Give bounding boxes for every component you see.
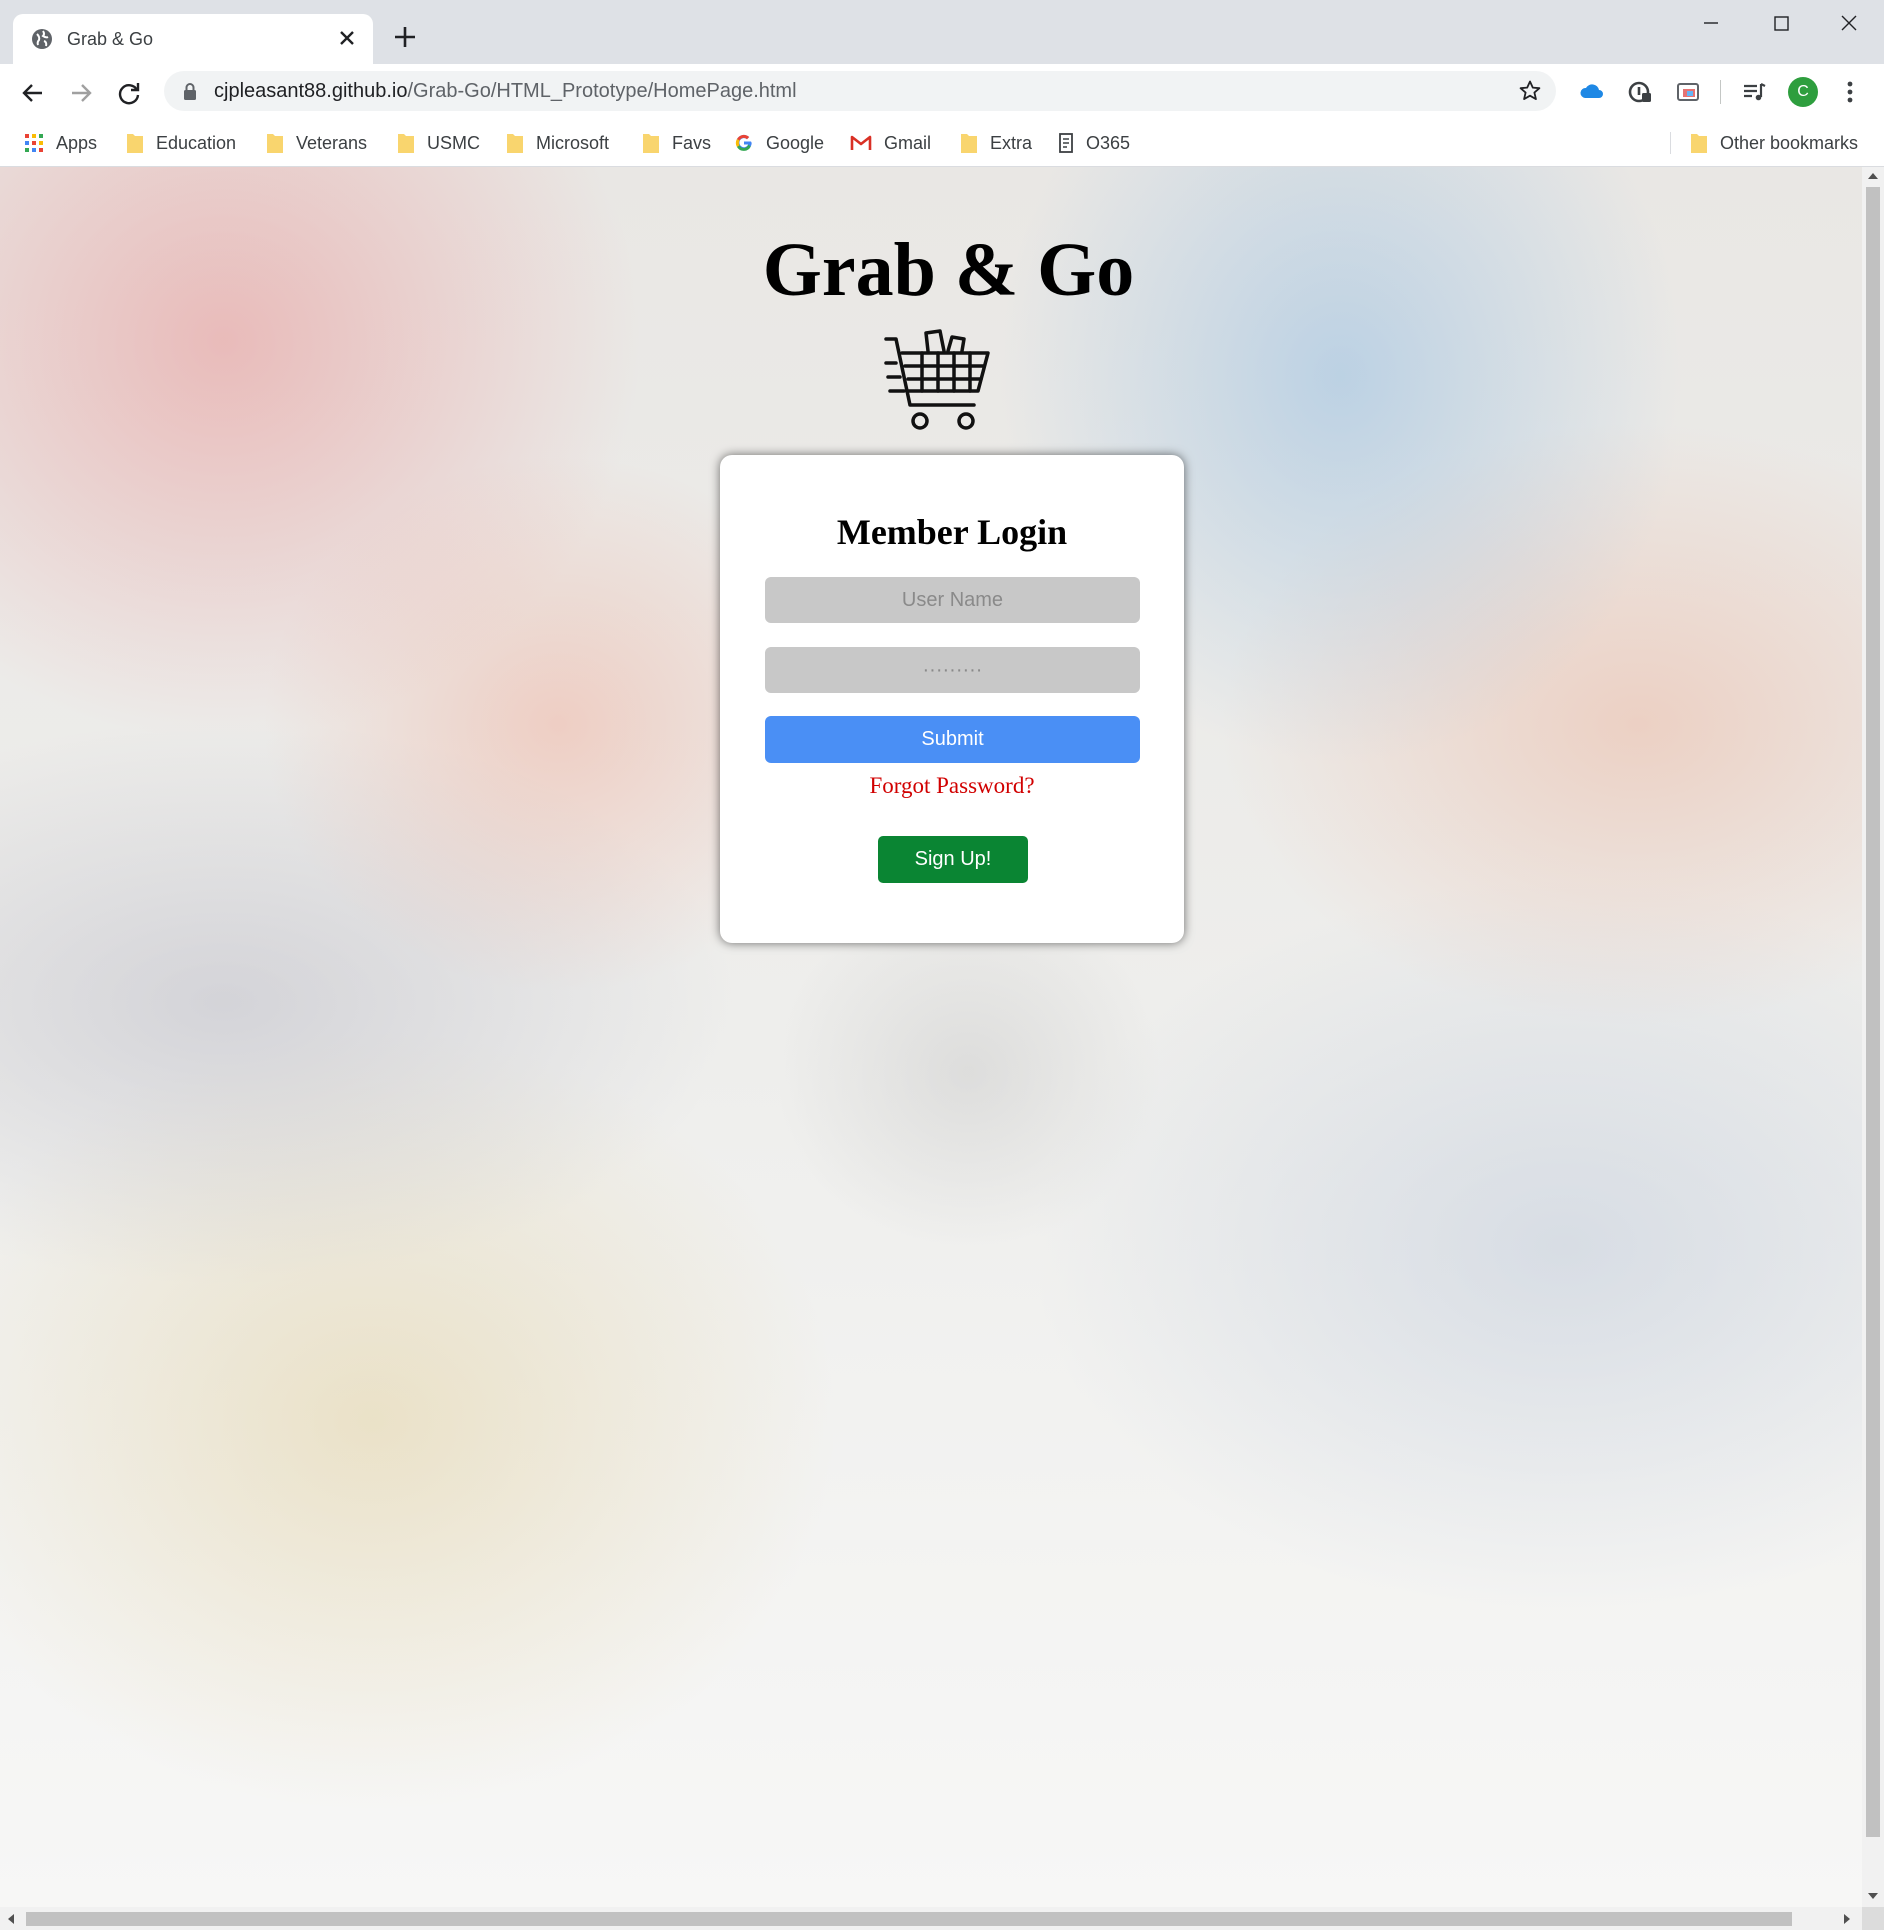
reload-icon[interactable] — [114, 78, 144, 108]
bookmark-label: Education — [156, 132, 237, 153]
scroll-left-arrow-icon[interactable] — [6, 1913, 16, 1925]
bookmark-label: Apps — [56, 132, 98, 153]
cast-extension-icon[interactable] — [1674, 78, 1702, 106]
folder-icon — [643, 134, 659, 153]
username-input[interactable] — [765, 577, 1140, 623]
google-icon — [735, 134, 752, 151]
folder-icon — [507, 134, 523, 153]
password-extension-icon[interactable] — [1626, 78, 1654, 106]
folder-icon — [1691, 134, 1707, 153]
bookmark-label: O365 — [1086, 132, 1131, 153]
address-bar[interactable]: cjpleasant88.github.io/Grab-Go/HTML_Prot… — [164, 71, 1556, 111]
forward-arrow-icon[interactable] — [66, 78, 96, 108]
tab-strip: Grab & Go — [0, 0, 1884, 64]
media-controls-icon[interactable] — [1740, 78, 1768, 106]
submit-button[interactable]: Submit — [765, 716, 1140, 763]
browser-menu-icon[interactable] — [1840, 78, 1860, 106]
bookmark-label: Gmail — [884, 132, 932, 153]
bookmark-folder-education[interactable]: Education — [126, 130, 236, 156]
scroll-right-arrow-icon[interactable] — [1842, 1913, 1852, 1925]
page-icon — [1059, 133, 1073, 153]
bookmark-label: Google — [766, 132, 825, 153]
url-host: cjpleasant88.github.io — [214, 80, 408, 102]
other-bookmarks[interactable]: Other bookmarks — [1690, 130, 1858, 156]
bookmarks-divider — [1670, 132, 1671, 154]
bookmark-label: USMC — [427, 132, 480, 153]
page-viewport: Grab & Go Member Login Submit Forgot Pas… — [0, 167, 1862, 1907]
url-text: cjpleasant88.github.io/Grab-Go/HTML_Prot… — [214, 80, 797, 102]
bookmarks-bar: Apps Education Veterans USMC Microsoft F… — [0, 120, 1884, 167]
bookmark-folder-usmc[interactable]: USMC — [397, 130, 480, 156]
profile-avatar[interactable]: C — [1788, 77, 1818, 107]
bookmark-label: Extra — [990, 132, 1033, 153]
horizontal-scrollbar[interactable] — [0, 1907, 1862, 1930]
scroll-up-arrow-icon[interactable] — [1867, 171, 1879, 181]
scroll-down-arrow-icon[interactable] — [1867, 1891, 1879, 1901]
horizontal-scroll-thumb[interactable] — [26, 1912, 1792, 1926]
bookmark-label: Veterans — [296, 132, 368, 153]
browser-tab[interactable]: Grab & Go — [13, 14, 373, 64]
bookmark-label: Microsoft — [536, 132, 610, 153]
password-input[interactable] — [765, 647, 1140, 693]
apps-grid-icon — [25, 134, 43, 152]
minimize-icon[interactable] — [1683, 8, 1739, 38]
tab-title: Grab & Go — [67, 29, 154, 49]
maximize-icon[interactable] — [1753, 8, 1809, 38]
url-path: /Grab-Go/HTML_Prototype/HomePage.html — [407, 80, 797, 102]
other-bookmarks-label: Other bookmarks — [1720, 132, 1859, 153]
bookmark-o365[interactable]: O365 — [1058, 130, 1130, 156]
brand-title: Grab & Go — [762, 228, 1135, 312]
folder-icon — [127, 134, 143, 153]
globe-icon — [32, 29, 52, 49]
onedrive-cloud-icon[interactable] — [1578, 78, 1606, 106]
bookmark-label: Favs — [672, 132, 712, 153]
back-arrow-icon[interactable] — [18, 78, 48, 108]
gmail-icon — [850, 135, 872, 150]
vertical-scroll-thumb[interactable] — [1866, 187, 1880, 1837]
close-tab-icon[interactable] — [335, 26, 359, 50]
vertical-scrollbar[interactable] — [1862, 167, 1884, 1907]
window-close-icon[interactable] — [1821, 8, 1877, 38]
shopping-cart-icon — [884, 329, 990, 430]
bookmark-google[interactable]: Google — [734, 130, 824, 156]
folder-icon — [961, 134, 977, 153]
folder-icon — [398, 134, 414, 153]
browser-toolbar: cjpleasant88.github.io/Grab-Go/HTML_Prot… — [0, 64, 1884, 120]
bookmark-folder-microsoft[interactable]: Microsoft — [506, 130, 609, 156]
sign-up-button[interactable]: Sign Up! — [878, 836, 1028, 883]
scrollbar-corner — [1862, 1907, 1884, 1930]
toolbar-divider — [1720, 80, 1721, 104]
forgot-password-link[interactable]: Forgot Password? — [720, 773, 1184, 799]
lock-icon[interactable] — [182, 82, 198, 100]
bookmark-folder-extra[interactable]: Extra — [960, 130, 1032, 156]
bookmark-gmail[interactable]: Gmail — [850, 130, 931, 156]
folder-icon — [267, 134, 283, 153]
bookmark-apps[interactable]: Apps — [24, 130, 97, 156]
bookmark-folder-favs[interactable]: Favs — [642, 130, 711, 156]
bookmark-folder-veterans[interactable]: Veterans — [266, 130, 367, 156]
login-card: Member Login Submit Forgot Password? Sig… — [720, 455, 1184, 943]
login-heading: Member Login — [836, 512, 1068, 552]
bookmark-star-icon[interactable] — [1518, 79, 1542, 103]
new-tab-plus-icon[interactable] — [392, 24, 418, 50]
